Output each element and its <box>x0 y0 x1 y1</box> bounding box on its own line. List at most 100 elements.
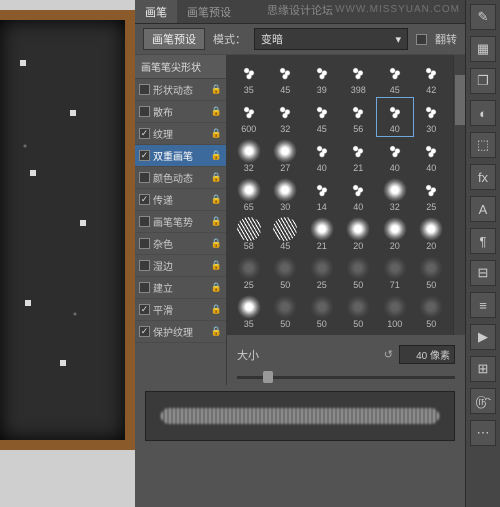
brush-thumb-41[interactable]: 50 <box>414 293 450 331</box>
lock-icon[interactable]: 🔒 <box>211 216 222 227</box>
brush-thumb-21[interactable]: 40 <box>341 176 377 214</box>
brush-thumb-30[interactable]: 25 <box>231 254 267 292</box>
option-9[interactable]: 建立🔒 <box>135 277 226 299</box>
lock-icon[interactable]: 🔒 <box>211 150 222 161</box>
brush-thumb-1[interactable]: 45 <box>268 59 304 97</box>
option-checkbox[interactable] <box>139 150 150 161</box>
brush-thumb-36[interactable]: 35 <box>231 293 267 331</box>
brush-thumb-37[interactable]: 50 <box>268 293 304 331</box>
brush-thumb-19[interactable]: 30 <box>268 176 304 214</box>
brush-thumb-7[interactable]: 32 <box>268 98 304 136</box>
brush-thumb-28[interactable]: 20 <box>377 215 413 253</box>
option-6[interactable]: 画笔笔势🔒 <box>135 211 226 233</box>
tool-adjust-icon[interactable]: ◐ <box>470 100 496 126</box>
brush-thumb-20[interactable]: 14 <box>304 176 340 214</box>
lock-icon[interactable]: 🔒 <box>211 128 222 139</box>
brush-thumb-27[interactable]: 20 <box>341 215 377 253</box>
brush-thumb-14[interactable]: 40 <box>304 137 340 175</box>
brush-thumb-12[interactable]: 32 <box>231 137 267 175</box>
brush-thumb-29[interactable]: 20 <box>414 215 450 253</box>
brush-thumb-11[interactable]: 30 <box>414 98 450 136</box>
brush-thumb-6[interactable]: 600 <box>231 98 267 136</box>
tab-brush[interactable]: 画笔 <box>135 0 177 23</box>
brush-thumb-22[interactable]: 32 <box>377 176 413 214</box>
brush-thumb-0[interactable]: 35 <box>231 59 267 97</box>
option-5[interactable]: 传递🔒 <box>135 189 226 211</box>
option-checkbox[interactable] <box>139 172 150 183</box>
brush-thumb-9[interactable]: 56 <box>341 98 377 136</box>
option-4[interactable]: 颜色动态🔒 <box>135 167 226 189</box>
tool-swatch-icon[interactable]: ▦ <box>470 36 496 62</box>
options-header[interactable]: 画笔笔尖形状 <box>135 55 226 79</box>
tool-cube-icon[interactable]: ⬚ <box>470 132 496 158</box>
option-checkbox[interactable] <box>139 304 150 315</box>
option-3[interactable]: 双重画笔🔒 <box>135 145 226 167</box>
lock-icon[interactable]: 🔒 <box>211 194 222 205</box>
tool-ruler-icon[interactable]: ⊟ <box>470 260 496 286</box>
brush-thumb-13[interactable]: 27 <box>268 137 304 175</box>
tool-align-icon[interactable]: ≡ <box>470 292 496 318</box>
brush-thumb-2[interactable]: 39 <box>304 59 340 97</box>
option-checkbox[interactable] <box>139 282 150 293</box>
mode-dropdown[interactable]: 变暗 ▾ <box>254 28 408 50</box>
option-2[interactable]: 纹理🔒 <box>135 123 226 145</box>
option-checkbox[interactable] <box>139 260 150 271</box>
lock-icon[interactable]: 🔒 <box>211 172 222 183</box>
brush-thumb-31[interactable]: 50 <box>268 254 304 292</box>
tool-history-icon[interactable]: ▶ <box>470 324 496 350</box>
option-7[interactable]: 杂色🔒 <box>135 233 226 255</box>
brush-thumb-35[interactable]: 50 <box>414 254 450 292</box>
option-checkbox[interactable] <box>139 106 150 117</box>
size-value[interactable]: 40 像素 <box>399 345 455 364</box>
option-11[interactable]: 保护纹理🔒 <box>135 321 226 343</box>
option-checkbox[interactable] <box>139 326 150 337</box>
size-slider[interactable] <box>237 376 455 379</box>
option-1[interactable]: 散布🔒 <box>135 101 226 123</box>
option-checkbox[interactable] <box>139 238 150 249</box>
tool-layers-icon[interactable]: ❐ <box>470 68 496 94</box>
option-10[interactable]: 平滑🔒 <box>135 299 226 321</box>
brush-preset-button[interactable]: 画笔预设 <box>143 28 205 50</box>
tool-info-icon[interactable]: ⊞ <box>470 356 496 382</box>
option-checkbox[interactable] <box>139 216 150 227</box>
tool-more-icon[interactable]: ⋯ <box>470 420 496 446</box>
lock-icon[interactable]: 🔒 <box>211 304 222 315</box>
lock-icon[interactable]: 🔒 <box>211 326 222 337</box>
brush-thumb-16[interactable]: 40 <box>377 137 413 175</box>
brush-thumb-26[interactable]: 21 <box>304 215 340 253</box>
brush-thumb-5[interactable]: 42 <box>414 59 450 97</box>
brush-thumb-18[interactable]: 65 <box>231 176 267 214</box>
canvas-blackboard[interactable] <box>0 10 135 450</box>
lock-icon[interactable]: 🔒 <box>211 260 222 271</box>
reset-icon[interactable]: ↺ <box>384 348 393 361</box>
flip-checkbox[interactable] <box>416 34 427 45</box>
tool-text-icon[interactable]: fx <box>470 164 496 190</box>
brush-thumb-25[interactable]: 45 <box>268 215 304 253</box>
brush-thumb-39[interactable]: 50 <box>341 293 377 331</box>
brush-thumb-40[interactable]: 100 <box>377 293 413 331</box>
option-checkbox[interactable] <box>139 128 150 139</box>
brush-thumb-3[interactable]: 398 <box>341 59 377 97</box>
brush-scrollbar[interactable] <box>453 55 465 335</box>
brush-thumb-33[interactable]: 50 <box>341 254 377 292</box>
tool-char-icon[interactable]: A <box>470 196 496 222</box>
brush-thumb-8[interactable]: 45 <box>304 98 340 136</box>
brush-thumb-32[interactable]: 25 <box>304 254 340 292</box>
brush-thumb-24[interactable]: 58 <box>231 215 267 253</box>
brush-thumb-17[interactable]: 40 <box>414 137 450 175</box>
lock-icon[interactable]: 🔒 <box>211 238 222 249</box>
option-checkbox[interactable] <box>139 84 150 95</box>
tool-action-icon[interactable]: ௹ <box>470 388 496 414</box>
brush-thumb-10[interactable]: 40 <box>377 98 413 136</box>
brush-thumb-38[interactable]: 50 <box>304 293 340 331</box>
lock-icon[interactable]: 🔒 <box>211 84 222 95</box>
brush-thumb-34[interactable]: 71 <box>377 254 413 292</box>
brush-thumb-23[interactable]: 25 <box>414 176 450 214</box>
lock-icon[interactable]: 🔒 <box>211 282 222 293</box>
tool-para-icon[interactable]: ¶ <box>470 228 496 254</box>
brush-thumb-4[interactable]: 45 <box>377 59 413 97</box>
option-checkbox[interactable] <box>139 194 150 205</box>
tool-brush-icon[interactable]: ✎ <box>470 4 496 30</box>
option-0[interactable]: 形状动态🔒 <box>135 79 226 101</box>
lock-icon[interactable]: 🔒 <box>211 106 222 117</box>
